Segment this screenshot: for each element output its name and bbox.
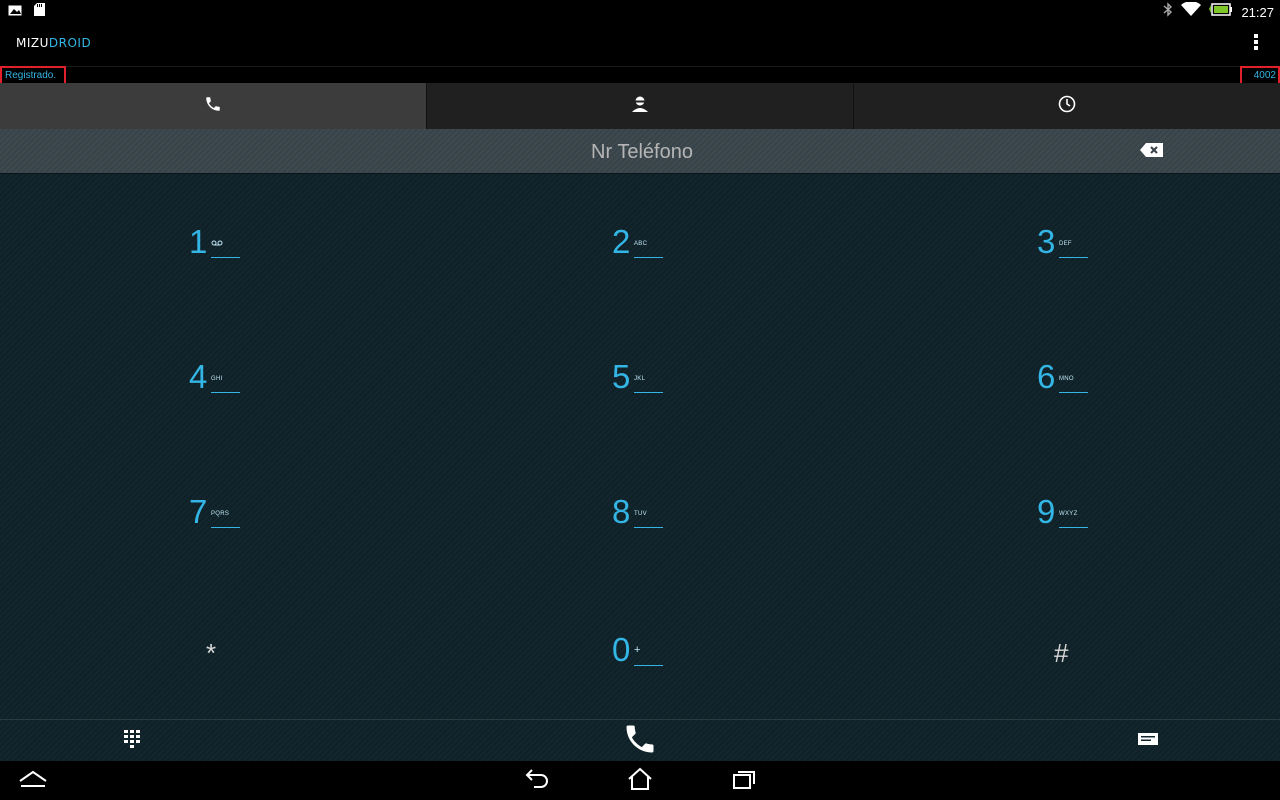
key-underline <box>211 392 240 393</box>
keypad-icon <box>123 729 141 754</box>
tab-contacts[interactable] <box>427 83 854 129</box>
key-digit: 4 <box>189 358 208 395</box>
sd-card-icon <box>34 3 45 21</box>
phone-icon <box>204 95 222 118</box>
logo-text-droid: DROID <box>48 36 92 50</box>
key-digit: 9 <box>1037 493 1056 530</box>
recents-icon <box>731 768 757 795</box>
key-underline <box>211 257 240 258</box>
dial-keypad: 1 2 ABC 3 DEF 4 GHI 5 JKL 6 MNO 7 PQRS 8 TUV 9 WXYZ * 0 + # <box>0 174 1280 719</box>
tab-history[interactable] <box>854 83 1280 129</box>
message-icon <box>1138 731 1158 752</box>
key-0[interactable]: 0 + <box>424 585 850 720</box>
key-underline <box>634 665 663 666</box>
key-letters: TUV <box>634 511 647 517</box>
key-hash[interactable]: # <box>849 585 1275 720</box>
clock-icon <box>1058 95 1076 118</box>
message-button[interactable] <box>1118 720 1178 762</box>
tab-dialer[interactable] <box>0 83 427 129</box>
key-underline <box>1059 527 1088 528</box>
app-logo: MIZUDROID <box>16 36 91 50</box>
key-letters: PQRS <box>211 511 230 517</box>
number-bar <box>0 129 1280 175</box>
key-digit: 7 <box>189 493 208 530</box>
key-letters: WXYZ <box>1059 511 1078 517</box>
keypad-toggle-button[interactable] <box>102 720 162 762</box>
nav-recents-button[interactable] <box>727 767 761 795</box>
key-digit: 1 <box>189 223 208 260</box>
key-symbol: # <box>1054 638 1069 668</box>
key-underline <box>1059 257 1088 258</box>
key-letters: + <box>634 644 641 656</box>
wifi-icon <box>1181 1 1202 22</box>
nav-up-button[interactable] <box>16 767 50 795</box>
tab-bar <box>0 83 1280 129</box>
bluetooth-icon <box>1163 2 1173 22</box>
key-2[interactable]: 2 ABC <box>424 177 850 312</box>
system-nav-bar <box>0 761 1280 800</box>
call-button[interactable] <box>610 720 670 762</box>
back-icon <box>524 768 550 795</box>
key-4[interactable]: 4 GHI <box>1 312 427 447</box>
logo-text-mizu: MIZU <box>16 36 49 50</box>
key-5[interactable]: 5 JKL <box>424 312 850 447</box>
key-7[interactable]: 7 PQRS <box>1 447 427 582</box>
key-symbol: * <box>206 638 217 668</box>
key-9[interactable]: 9 WXYZ <box>849 447 1275 582</box>
key-underline <box>634 257 663 258</box>
key-letters: DEF <box>1059 241 1072 247</box>
key-3[interactable]: 3 DEF <box>849 177 1275 312</box>
status-bar: 21:27 <box>0 0 1280 22</box>
nav-home-button[interactable] <box>623 767 657 795</box>
backspace-icon[interactable] <box>1140 143 1166 159</box>
key-1[interactable]: 1 <box>1 177 427 312</box>
key-8[interactable]: 8 TUV <box>424 447 850 582</box>
key-letters: ABC <box>634 241 648 247</box>
key-digit: 5 <box>612 358 631 395</box>
key-letters: MNO <box>1059 376 1074 382</box>
home-icon <box>627 767 653 796</box>
registration-bar: Registrado. 4002 <box>0 66 1280 85</box>
key-letters: JKL <box>634 376 646 382</box>
picture-icon <box>8 3 22 21</box>
key-letters: GHI <box>211 376 223 382</box>
key-digit: 8 <box>612 493 631 530</box>
key-digit: 3 <box>1037 223 1056 260</box>
action-bar: MIZUDROID <box>0 22 1280 66</box>
nav-back-button[interactable] <box>520 767 554 795</box>
key-digit: 6 <box>1037 358 1056 395</box>
voicemail-icon <box>211 240 223 246</box>
key-underline <box>634 392 663 393</box>
key-digit: 2 <box>612 223 631 260</box>
overflow-menu-icon[interactable] <box>1250 34 1262 54</box>
battery-icon <box>1209 3 1233 21</box>
key-star[interactable]: * <box>1 585 427 720</box>
key-underline <box>1059 392 1088 393</box>
contact-icon <box>631 95 649 118</box>
phone-number-input[interactable] <box>300 129 984 175</box>
key-underline <box>211 527 240 528</box>
up-arrow-icon <box>18 769 48 794</box>
call-icon <box>622 721 658 762</box>
clock-time: 21:27 <box>1241 4 1274 20</box>
key-6[interactable]: 6 MNO <box>849 312 1275 447</box>
bottom-action-bar <box>0 719 1280 762</box>
key-underline <box>634 527 663 528</box>
key-digit: 0 <box>612 631 631 668</box>
